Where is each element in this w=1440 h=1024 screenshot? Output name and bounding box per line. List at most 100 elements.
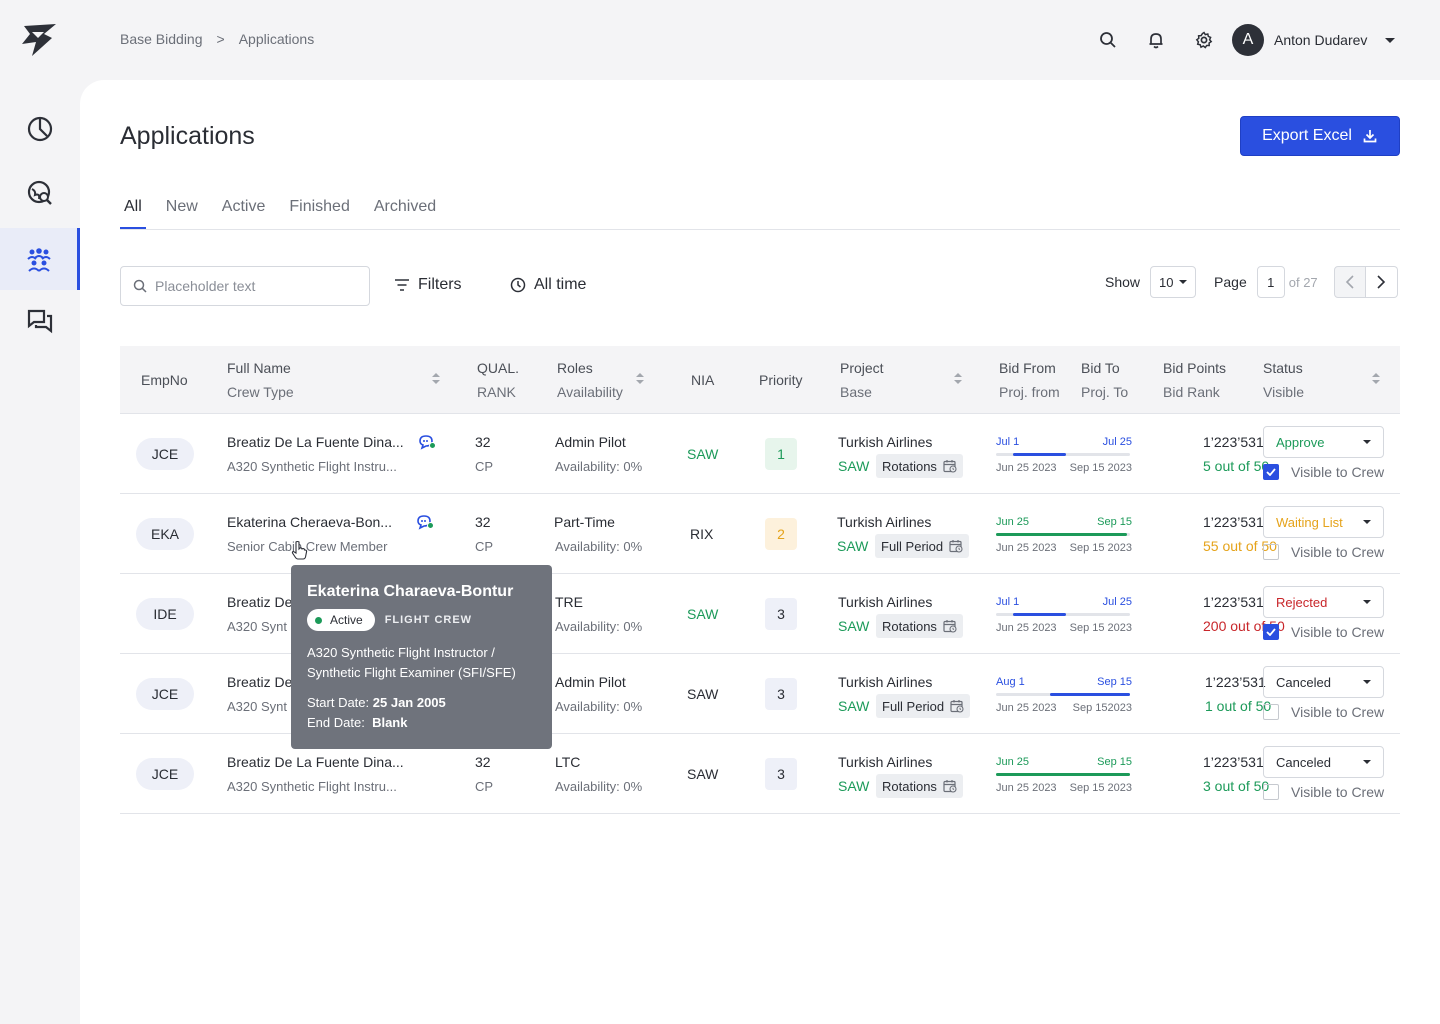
visible-to-crew-toggle[interactable]: Visible to Crew xyxy=(1263,784,1384,800)
bid-track xyxy=(996,613,1130,616)
prev-page-button[interactable] xyxy=(1333,266,1366,298)
visible-checkbox[interactable] xyxy=(1263,464,1279,480)
show-label: Show xyxy=(1105,274,1141,290)
nav-messages[interactable] xyxy=(0,290,80,352)
search-button[interactable] xyxy=(1096,28,1120,52)
search-input[interactable] xyxy=(155,278,355,294)
bid-period-bar: Jul 1 Jul 25 Jun 25 2023 Sep 15 2023 xyxy=(996,596,1132,640)
bid-points: 1’223’531 xyxy=(1203,754,1264,770)
sort-icon[interactable] xyxy=(1372,373,1380,385)
page-number-input[interactable]: 1 xyxy=(1256,266,1285,298)
crew-full-name[interactable]: Breatiz De xyxy=(227,594,292,610)
breadcrumb-separator: > xyxy=(216,31,225,47)
tab-archived[interactable]: Archived xyxy=(370,198,440,229)
table-row[interactable]: JCE Breatiz De La Fuente Dina... A320 Synt… xyxy=(120,414,1400,494)
tab-active[interactable]: Active xyxy=(218,198,270,229)
status-select[interactable]: Rejected xyxy=(1263,586,1384,618)
crew-full-name[interactable]: Breatiz De xyxy=(227,674,292,690)
proj-to: Sep 15 2023 xyxy=(1069,782,1132,794)
tab-all[interactable]: All xyxy=(120,198,146,229)
status-select[interactable]: Waiting List xyxy=(1263,506,1384,538)
status-select[interactable]: Canceled xyxy=(1263,666,1384,698)
app-logo[interactable] xyxy=(18,20,62,60)
proj-from: Jun 25 2023 xyxy=(996,782,1057,794)
col-bidto-label: Bid To xyxy=(1081,360,1120,376)
visible-checkbox[interactable] xyxy=(1263,544,1279,560)
chat-status-icon[interactable] xyxy=(418,434,436,450)
pagination: Show 10 Page 1 of 27 xyxy=(1105,266,1398,298)
period-chip-label: Full Period xyxy=(882,698,945,714)
filters-button[interactable]: Filters xyxy=(394,276,462,294)
search-icon xyxy=(1100,32,1116,48)
bid-fill xyxy=(1013,613,1066,616)
period-chip[interactable]: Full Period xyxy=(876,694,971,718)
clock-icon xyxy=(510,277,526,293)
availability-value: Availability: 0% xyxy=(555,459,643,474)
tooltip-end-date: End Date: Blank xyxy=(307,713,536,733)
availability-value: Availability: 0% xyxy=(555,779,643,794)
bid-track xyxy=(996,533,1130,536)
download-icon xyxy=(1363,130,1377,143)
sort-icon[interactable] xyxy=(636,373,644,385)
crew-full-name[interactable]: Breatiz De La Fuente Dina... xyxy=(227,754,404,770)
filters-label: Filters xyxy=(418,276,462,293)
notifications-button[interactable] xyxy=(1144,28,1168,52)
qual-value: 32 xyxy=(475,754,491,770)
nav-dashboard[interactable] xyxy=(0,98,80,160)
visible-checkbox[interactable] xyxy=(1263,704,1279,720)
tab-finished[interactable]: Finished xyxy=(285,198,353,229)
col-bidrank-label: Bid Rank xyxy=(1163,384,1220,400)
bid-from: Jul 1 xyxy=(996,436,1020,448)
role-value: TRE xyxy=(555,594,583,610)
chat-status-icon[interactable] xyxy=(416,514,434,530)
tooltip-role: A320 Synthetic Flight Instructor / Synth… xyxy=(307,645,516,680)
user-menu[interactable]: A Anton Dudarev xyxy=(1232,24,1396,56)
main-panel: Applications Export Excel All New Active… xyxy=(80,80,1440,1024)
page-size-select[interactable]: 10 xyxy=(1150,266,1197,298)
next-page-button[interactable] xyxy=(1365,266,1398,298)
empno-badge: JCE xyxy=(136,438,194,470)
period-chip[interactable]: Rotations xyxy=(876,774,963,798)
status-select[interactable]: Approve xyxy=(1263,426,1384,458)
sort-icon[interactable] xyxy=(432,373,440,385)
status-select[interactable]: Canceled xyxy=(1263,746,1384,778)
visible-to-crew-toggle[interactable]: Visible to Crew xyxy=(1263,704,1384,720)
crew-type: A320 Synthetic Flight Instru... xyxy=(227,459,397,474)
rank-value: CP xyxy=(475,459,494,474)
rank-value: CP xyxy=(475,779,494,794)
period-chip-label: Rotations xyxy=(882,618,937,634)
sort-icon[interactable] xyxy=(954,373,962,385)
settings-button[interactable] xyxy=(1192,28,1216,52)
user-name: Anton Dudarev xyxy=(1274,32,1368,48)
visible-checkbox[interactable] xyxy=(1263,624,1279,640)
crew-full-name[interactable]: Ekaterina Cheraeva-Bon... xyxy=(227,514,392,530)
col-bidfrom-label: Bid From xyxy=(999,360,1056,376)
nav-global-search[interactable] xyxy=(0,162,80,224)
period-chip[interactable]: Rotations xyxy=(876,454,963,478)
base-value: SAW xyxy=(837,538,869,554)
nia-value: SAW xyxy=(687,686,719,702)
qual-value: 32 xyxy=(475,514,491,530)
breadcrumb-parent[interactable]: Base Bidding xyxy=(120,31,203,47)
visible-checkbox[interactable] xyxy=(1263,784,1279,800)
table-row[interactable]: EKA Ekaterina Cheraeva-Bon... Senior Cabin… xyxy=(120,494,1400,574)
bell-icon xyxy=(1149,33,1163,49)
bid-to: Jul 25 xyxy=(1102,596,1132,608)
crew-full-name[interactable]: Breatiz De La Fuente Dina... xyxy=(227,434,404,450)
export-excel-button[interactable]: Export Excel xyxy=(1240,116,1400,156)
nav-crew[interactable] xyxy=(0,228,80,290)
tooltip-name: Ekaterina Charaeva-Bontur xyxy=(307,583,514,600)
period-chip[interactable]: Rotations xyxy=(876,614,963,638)
visible-to-crew-toggle[interactable]: Visible to Crew xyxy=(1263,464,1384,480)
search-box[interactable] xyxy=(120,266,370,306)
col-base-label: Base xyxy=(840,384,872,400)
visible-to-crew-toggle[interactable]: Visible to Crew xyxy=(1263,624,1384,640)
proj-from: Jun 25 2023 xyxy=(996,702,1057,714)
header-actions xyxy=(1096,28,1216,52)
time-range-button[interactable]: All time xyxy=(510,276,586,294)
tooltip-start-value: 25 Jan 2005 xyxy=(372,695,446,710)
proj-from: Jun 25 2023 xyxy=(996,462,1057,474)
visible-to-crew-toggle[interactable]: Visible to Crew xyxy=(1263,544,1384,560)
period-chip[interactable]: Full Period xyxy=(875,534,970,558)
tab-new[interactable]: New xyxy=(162,198,202,229)
